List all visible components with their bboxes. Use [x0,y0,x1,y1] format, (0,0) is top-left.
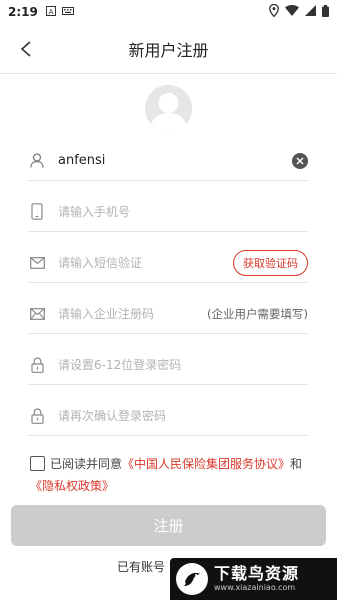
battery-icon [322,4,329,20]
username-input[interactable] [58,153,292,168]
svg-text:A: A [48,8,53,16]
chevron-left-icon [20,41,31,57]
confirm-password-row [28,396,308,436]
wifi-icon [285,5,299,19]
mail-icon [28,305,46,323]
password-input[interactable] [58,357,308,372]
signal-icon [305,5,316,19]
watermark-url: www.xiazainiao.com [214,583,296,592]
company-note: (企业用户需要填写) [207,306,308,321]
phone-row [28,192,308,232]
agreement: 已阅读并同意《中国人民保险集团服务协议》和《隐私权政策》 [30,453,330,497]
title-bar: 新用户注册 [0,24,337,74]
close-icon [296,156,304,165]
envelope-icon [28,254,46,272]
password-row [28,345,308,385]
keyboard-icon [61,5,74,19]
have-account-link[interactable]: 已有账号 [117,558,165,575]
confirm-password-input[interactable] [58,408,308,423]
sms-code-input[interactable] [58,255,233,270]
status-bar: 2:19 A [0,0,337,24]
agreement-prefix: 已阅读并同意 [50,457,123,471]
status-time: 2:19 [8,5,38,19]
watermark: 下载鸟资源 www.xiazainiao.com [170,558,337,600]
lock-icon [28,356,46,374]
phone-input[interactable] [58,204,308,219]
username-row [28,141,308,181]
lock-icon [28,407,46,425]
company-code-input[interactable] [58,306,208,321]
font-icon: A [45,5,56,19]
clear-input-button[interactable] [292,152,308,169]
agreement-checkbox[interactable] [30,456,45,471]
agreement-and: 和 [290,457,303,471]
back-button[interactable] [14,37,38,61]
location-icon [269,3,279,20]
watermark-text: 下载鸟资源 www.xiazainiao.com [214,565,299,593]
watermark-title: 下载鸟资源 [214,564,300,583]
service-agreement-link[interactable]: 《中国人民保险集团服务协议》 [122,457,290,471]
privacy-policy-link[interactable]: 《隐私权政策》 [30,479,114,493]
user-silhouette-icon [150,93,187,132]
company-code-row: (企业用户需要填写) [28,294,308,334]
sms-code-row: 获取验证码 [28,243,308,283]
get-code-button[interactable]: 获取验证码 [233,249,308,276]
bird-logo-icon [176,563,208,595]
register-button[interactable]: 注册 [11,505,326,546]
avatar[interactable] [145,85,192,132]
status-icons [269,3,329,20]
user-icon [28,152,46,170]
phone-icon [28,203,46,221]
page-title: 新用户注册 [128,40,209,60]
